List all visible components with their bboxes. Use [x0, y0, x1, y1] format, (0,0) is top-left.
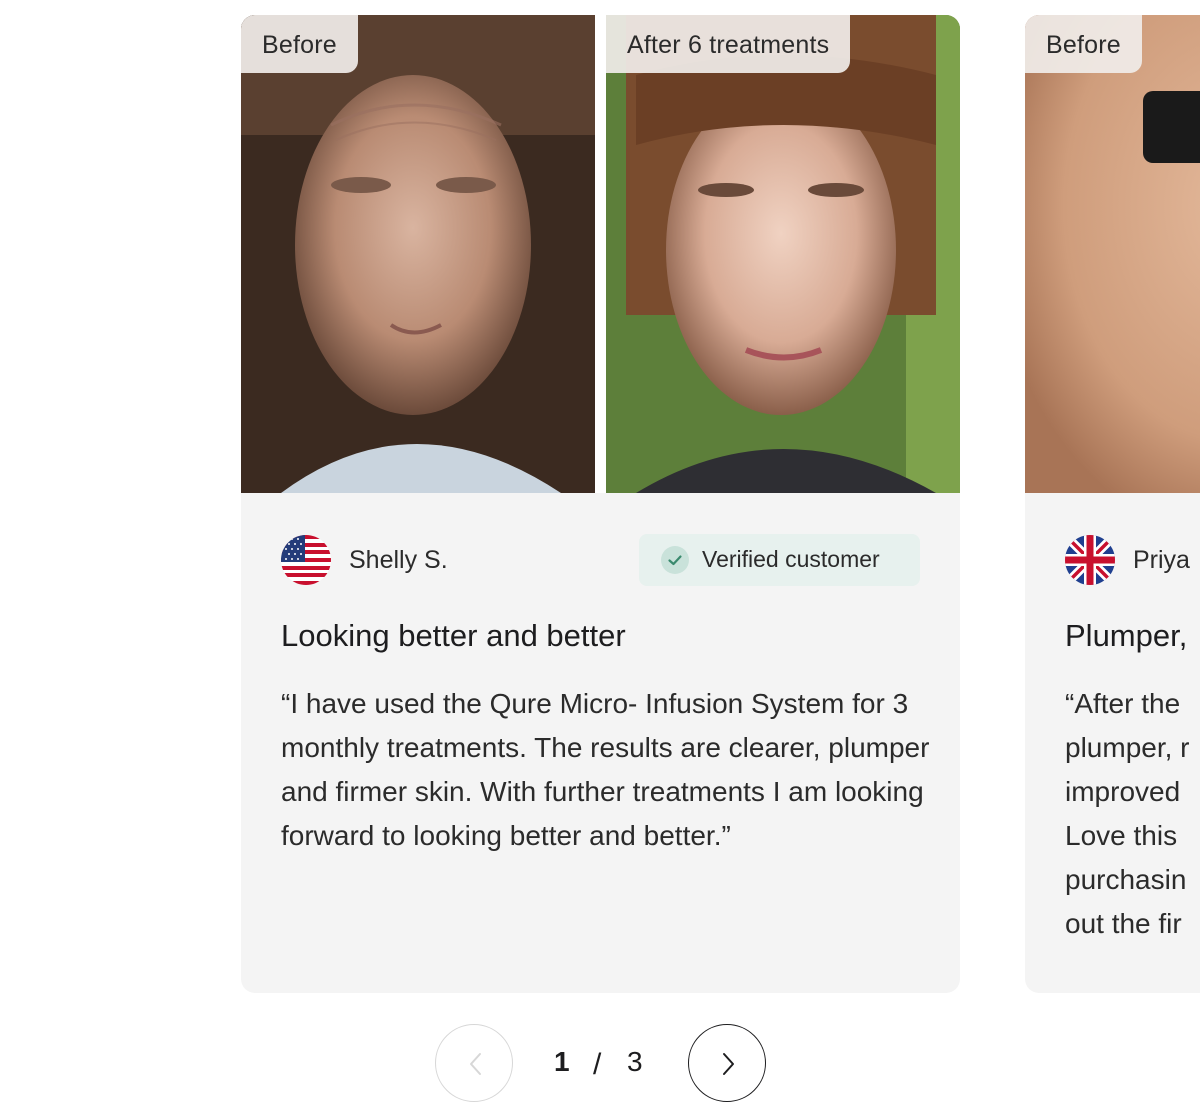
before-photo	[1025, 15, 1200, 493]
uk-flag-icon	[1065, 535, 1115, 585]
before-label: Before	[1025, 15, 1142, 73]
reviewer-row: Priya	[1065, 534, 1200, 586]
before-after-photos: Before	[1025, 15, 1200, 493]
review-title: Plumper,	[1065, 618, 1188, 653]
total-pages: 3	[627, 1046, 643, 1077]
after-photo	[606, 15, 960, 493]
before-photo	[241, 15, 595, 493]
review-body: “I have used the Qure Micro- Infusion Sy…	[281, 688, 930, 851]
previous-button[interactable]	[435, 1024, 513, 1102]
carousel-pagination: 1 / 3	[435, 1024, 767, 1104]
before-label: Before	[241, 15, 358, 73]
us-flag-icon	[281, 535, 331, 585]
chevron-right-icon	[723, 1053, 734, 1075]
verified-label: Verified customer	[702, 546, 880, 572]
reviewer-name: Shelly S.	[349, 546, 448, 574]
reviewer-row: Shelly S. Verified customer	[281, 534, 920, 586]
review-card: Before After 6 treatments Shelly S. Veri…	[241, 15, 960, 993]
testimonial-carousel: Before After 6 treatments Shelly S. Veri…	[0, 0, 1200, 1118]
check-icon	[661, 546, 689, 574]
photo-divider	[595, 15, 606, 493]
before-after-photos: Before After 6 treatments	[241, 15, 960, 493]
review-card: Before Priya Plumper, “After the plumper…	[1025, 15, 1200, 993]
current-page: 1	[554, 1046, 570, 1077]
review-body: “After the plumper, r improved Love this…	[1065, 688, 1190, 939]
review-title: Looking better and better	[281, 618, 626, 653]
reviewer-name: Priya	[1133, 546, 1190, 574]
page-separator: /	[593, 1048, 602, 1081]
next-button[interactable]	[688, 1024, 766, 1102]
verified-badge: Verified customer	[639, 534, 920, 586]
after-label: After 6 treatments	[606, 15, 851, 73]
chevron-left-icon	[470, 1053, 481, 1075]
